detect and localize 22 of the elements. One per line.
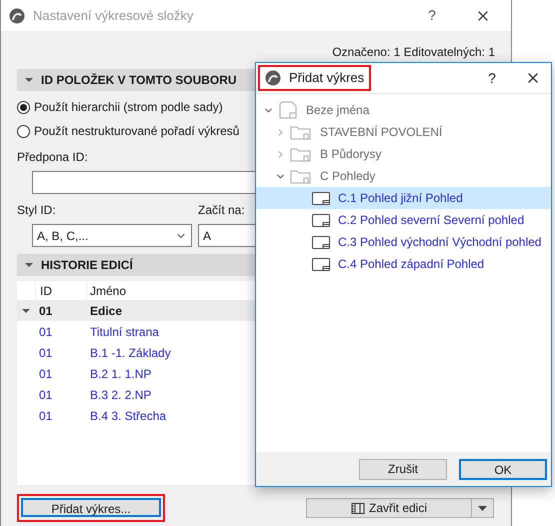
- table-cell-text: Titulní strana: [89, 324, 159, 340]
- table-cell-text: 01: [38, 302, 54, 320]
- table-cell-text: B.2 1. 1.NP: [89, 366, 152, 382]
- section-title: HISTORIE EDICÍ: [41, 257, 133, 274]
- table-cell-text: 01: [38, 386, 54, 404]
- section-title: ID POLOŽEK V TOMTO SOUBORU: [41, 72, 237, 89]
- table-cell-text: 01: [38, 344, 54, 362]
- table-cell-text: 01: [38, 324, 54, 340]
- table-cell-text: B.3 2. 2.NP: [89, 386, 152, 404]
- table-cell-text: B.4 3. Střecha: [89, 408, 166, 424]
- window-title: Nastavení výkresové složky: [33, 6, 194, 25]
- field-label: Předpona ID:: [17, 149, 88, 166]
- table-cell-text: 01: [38, 366, 54, 382]
- selection-status: Označeno: 1 Editovatelných: 1: [332, 44, 495, 61]
- table-cell-text: Edice: [89, 302, 122, 320]
- table-cell-text: B.1 -1. Základy: [89, 344, 171, 362]
- field-label: Začít na:: [198, 202, 246, 219]
- table-cell-text: 01: [38, 408, 54, 424]
- radio-label: Použít hierarchii (strom podle sady): [34, 99, 223, 116]
- dialog-title: Přidat výkres: [289, 69, 364, 88]
- field-label: Styl ID:: [17, 202, 57, 219]
- radio-label: Použít nestrukturované pořadí výkresů: [34, 123, 240, 140]
